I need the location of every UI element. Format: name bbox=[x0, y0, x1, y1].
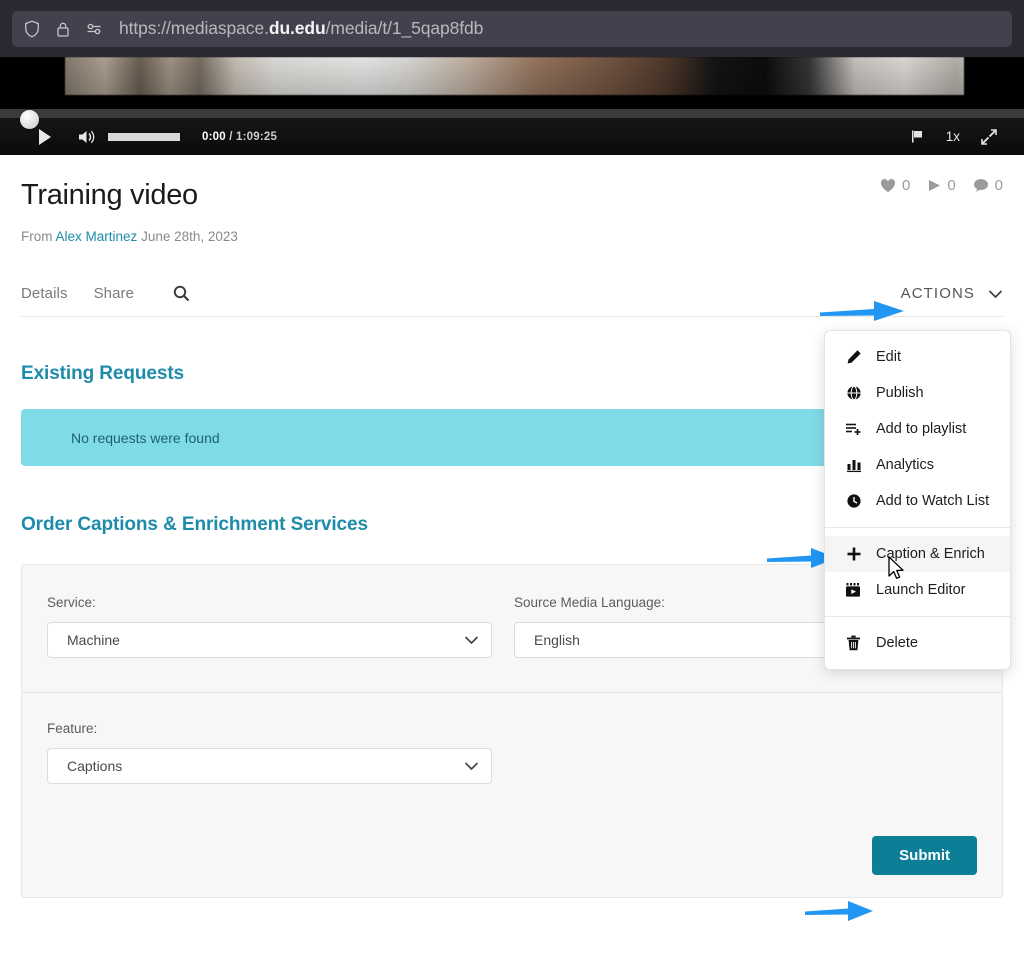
volume-slider[interactable] bbox=[108, 132, 180, 141]
views-stat: 0 bbox=[927, 177, 956, 194]
annotation-arrow-submit bbox=[803, 898, 875, 924]
byline: From Alex Martinez June 28th, 2023 bbox=[21, 229, 238, 244]
shield-icon[interactable] bbox=[22, 19, 42, 39]
search-icon[interactable] bbox=[172, 284, 191, 303]
media-header: Training video From Alex Martinez June 2… bbox=[21, 155, 1003, 244]
player-controls: 0:00 / 1:09:25 1x bbox=[0, 109, 1024, 155]
tab-share[interactable]: Share bbox=[94, 285, 135, 302]
actions-label: ACTIONS bbox=[900, 285, 975, 302]
play-icon[interactable] bbox=[30, 128, 60, 146]
plus-icon bbox=[845, 546, 862, 563]
tracking-protection-icon[interactable] bbox=[84, 19, 104, 39]
fullscreen-icon[interactable] bbox=[980, 128, 998, 146]
views-count: 0 bbox=[947, 177, 956, 194]
menu-item-launch-editor[interactable]: Launch Editor bbox=[825, 572, 1010, 608]
menu-separator bbox=[825, 527, 1010, 528]
url-prefix: https://mediaspace. bbox=[119, 18, 269, 38]
tab-details[interactable]: Details bbox=[21, 285, 68, 302]
submit-button[interactable]: Submit bbox=[872, 836, 977, 875]
chevron-down-icon bbox=[988, 289, 1003, 299]
playback-speed[interactable]: 1x bbox=[946, 129, 960, 144]
menu-label: Launch Editor bbox=[876, 582, 966, 598]
clock-icon bbox=[845, 493, 862, 510]
actions-dropdown-menu: Edit Publish Add to playlist Analytics A… bbox=[824, 330, 1011, 670]
service-label: Service: bbox=[47, 595, 96, 610]
playlist-add-icon bbox=[845, 421, 862, 438]
url-suffix: /media/t/1_5qap8fdb bbox=[325, 18, 484, 38]
chevron-down-icon bbox=[464, 635, 479, 645]
form-footer: Submit bbox=[22, 814, 1002, 897]
menu-item-add-to-watch-list[interactable]: Add to Watch List bbox=[825, 483, 1010, 519]
form-row-2: Feature: Captions bbox=[22, 693, 1002, 814]
menu-item-delete[interactable]: Delete bbox=[825, 625, 1010, 661]
media-stats: 0 0 0 bbox=[880, 155, 1003, 194]
time-display: 0:00 / 1:09:25 bbox=[202, 131, 277, 143]
video-player[interactable]: 0:00 / 1:09:25 1x bbox=[0, 57, 1024, 155]
globe-icon bbox=[845, 385, 862, 402]
flag-icon[interactable] bbox=[909, 128, 926, 145]
comments-count: 0 bbox=[994, 177, 1003, 194]
feature-value: Captions bbox=[67, 758, 123, 774]
likes-count: 0 bbox=[901, 177, 911, 194]
video-frame[interactable] bbox=[65, 57, 964, 95]
heart-icon bbox=[880, 178, 896, 193]
comment-icon bbox=[973, 178, 989, 193]
comments-stat: 0 bbox=[973, 177, 1003, 194]
menu-item-publish[interactable]: Publish bbox=[825, 375, 1010, 411]
menu-label: Delete bbox=[876, 635, 918, 651]
author-link[interactable]: Alex Martinez bbox=[56, 229, 138, 244]
film-icon bbox=[845, 582, 862, 599]
total-time: / 1:09:25 bbox=[229, 130, 278, 143]
url-domain: du.edu bbox=[268, 18, 326, 38]
source-language-value: English bbox=[534, 632, 580, 648]
service-select[interactable]: Machine bbox=[47, 622, 492, 658]
actions-button[interactable]: ACTIONS bbox=[901, 285, 1003, 302]
menu-label: Edit bbox=[876, 349, 901, 365]
empty-state-text: No requests were found bbox=[71, 429, 220, 446]
menu-label: Caption & Enrich bbox=[876, 546, 985, 562]
service-value: Machine bbox=[67, 632, 120, 648]
menu-label: Add to playlist bbox=[876, 421, 967, 437]
bar-chart-icon bbox=[845, 457, 862, 474]
address-bar[interactable]: https://mediaspace.du.edu/media/t/1_5qap… bbox=[12, 10, 1012, 47]
feature-label: Feature: bbox=[47, 721, 98, 736]
lock-icon[interactable] bbox=[53, 19, 73, 39]
play-icon bbox=[927, 178, 941, 193]
menu-item-edit[interactable]: Edit bbox=[825, 339, 1010, 375]
likes-stat: 0 bbox=[880, 177, 910, 194]
menu-label: Analytics bbox=[876, 457, 935, 473]
menu-item-caption-and-enrich[interactable]: Caption & Enrich bbox=[825, 536, 1010, 572]
service-field: Service: Machine bbox=[47, 595, 492, 658]
menu-item-analytics[interactable]: Analytics bbox=[825, 447, 1010, 483]
pencil-icon bbox=[845, 349, 862, 366]
from-label: From bbox=[21, 229, 53, 244]
feature-select[interactable]: Captions bbox=[47, 748, 492, 784]
browser-chrome: https://mediaspace.du.edu/media/t/1_5qap… bbox=[0, 0, 1024, 57]
volume-icon[interactable] bbox=[70, 128, 104, 146]
menu-separator bbox=[825, 616, 1010, 617]
url-text[interactable]: https://mediaspace.du.edu/media/t/1_5qap… bbox=[119, 18, 483, 39]
chevron-down-icon bbox=[464, 761, 479, 771]
page-title: Training video bbox=[21, 179, 198, 211]
menu-label: Add to Watch List bbox=[876, 493, 990, 509]
trash-icon bbox=[845, 635, 862, 652]
current-time: 0:00 bbox=[202, 130, 226, 143]
menu-label: Publish bbox=[876, 385, 924, 401]
tab-bar: Details Share ACTIONS bbox=[21, 284, 1003, 317]
menu-item-add-to-playlist[interactable]: Add to playlist bbox=[825, 411, 1010, 447]
feature-field: Feature: Captions bbox=[47, 721, 492, 784]
publish-date: June 28th, 2023 bbox=[141, 229, 238, 244]
seek-bar[interactable] bbox=[0, 109, 1024, 129]
